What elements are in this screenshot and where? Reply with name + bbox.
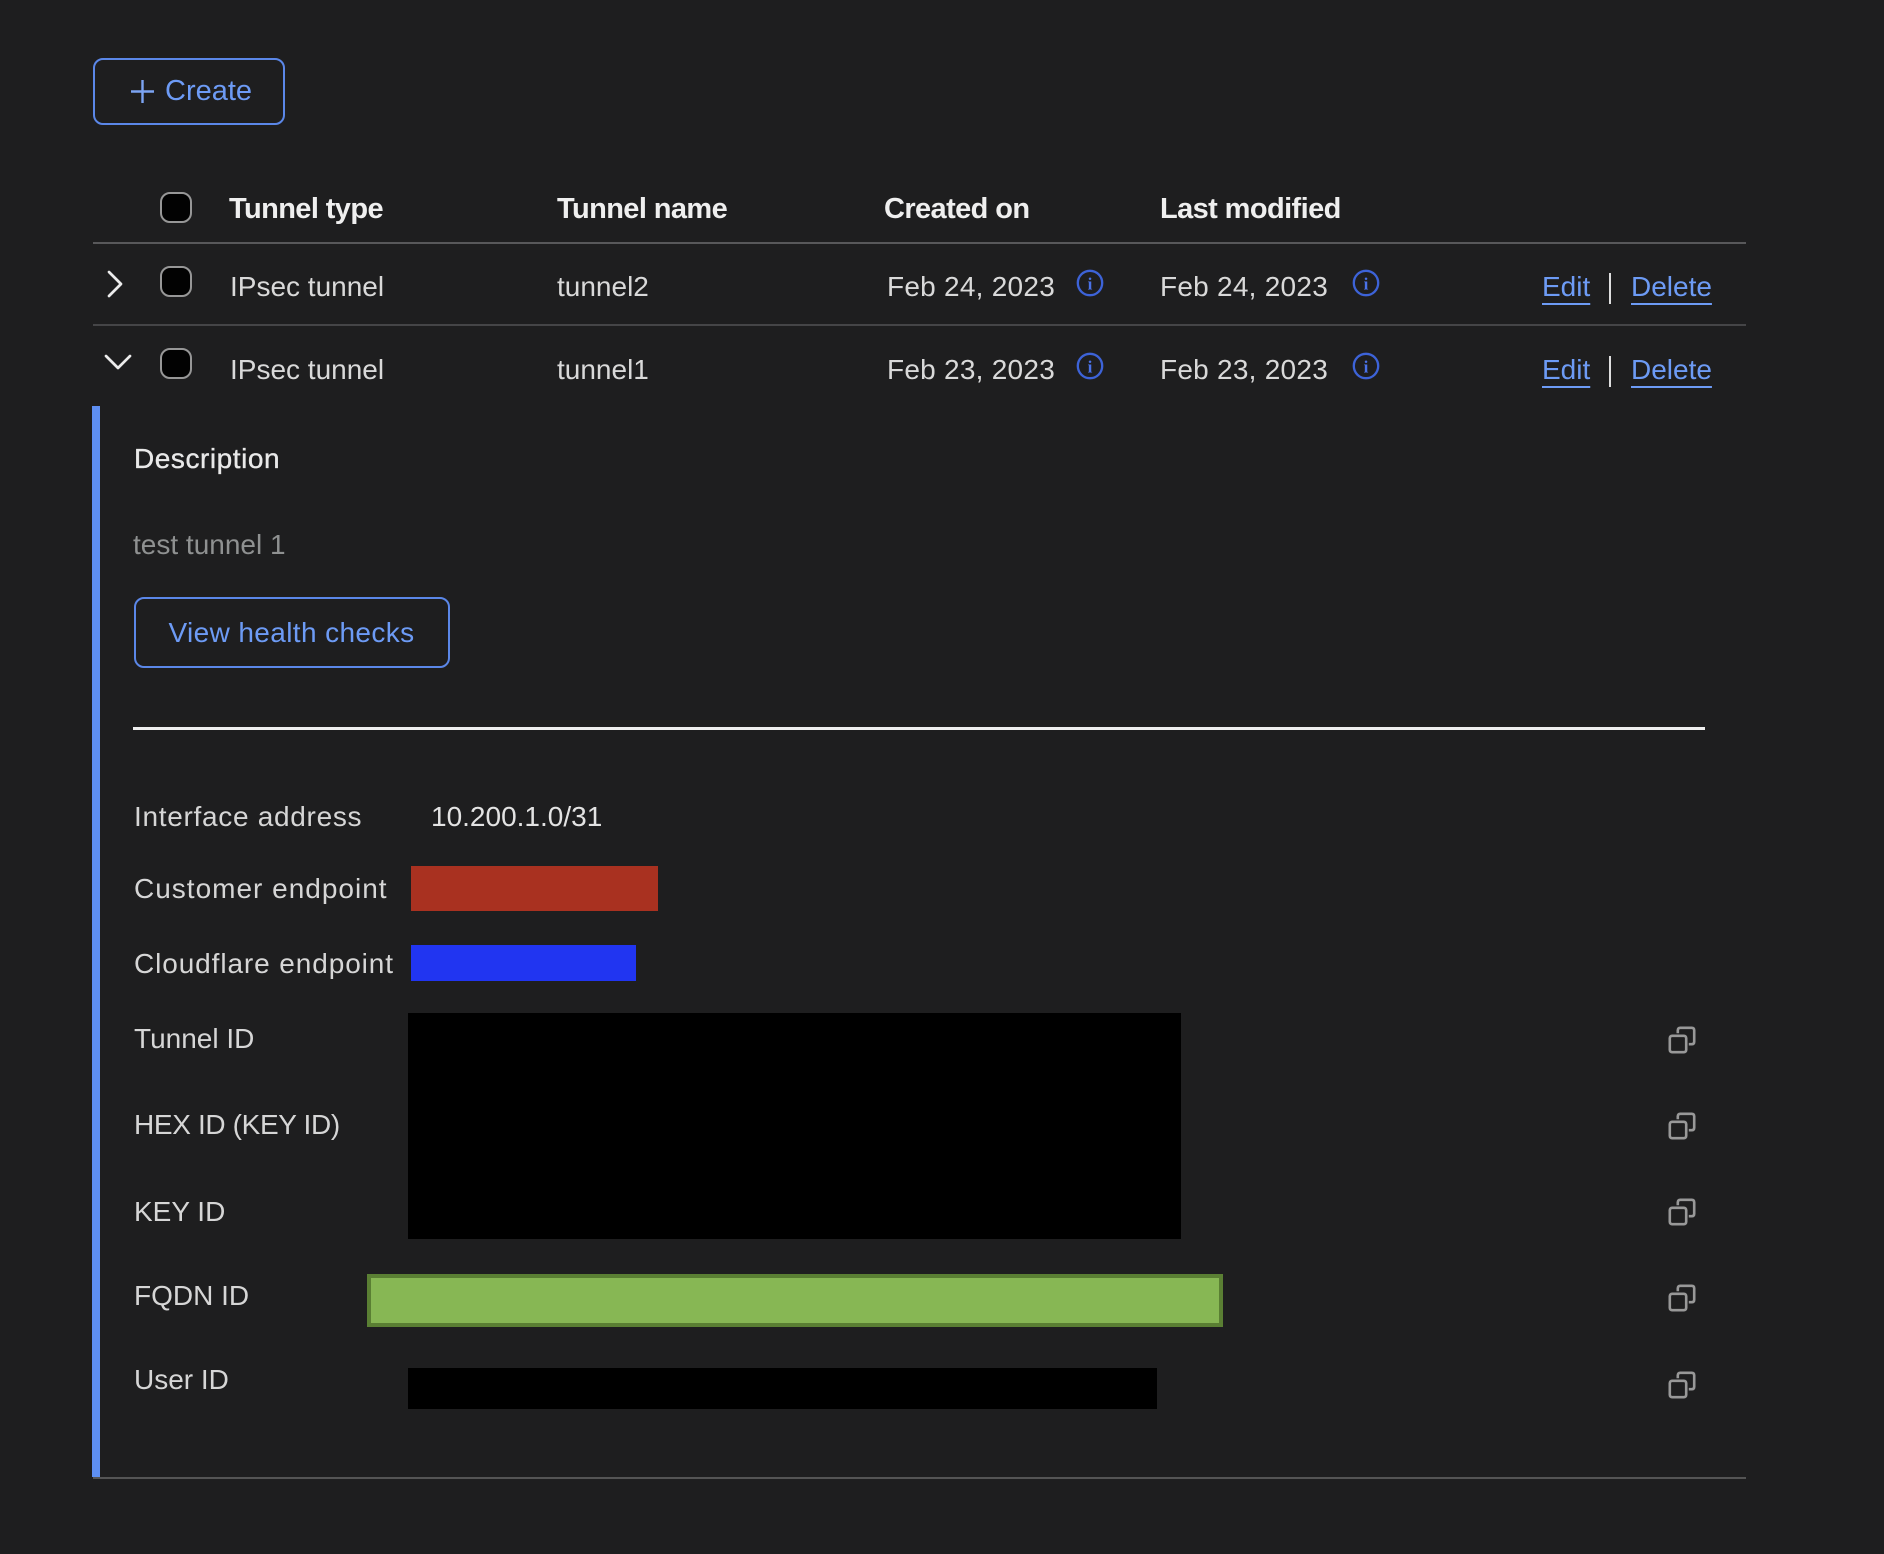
svg-text:i: i (1087, 275, 1092, 294)
svg-text:i: i (1363, 275, 1368, 294)
svg-text:i: i (1087, 358, 1092, 377)
svg-text:i: i (1363, 358, 1368, 377)
